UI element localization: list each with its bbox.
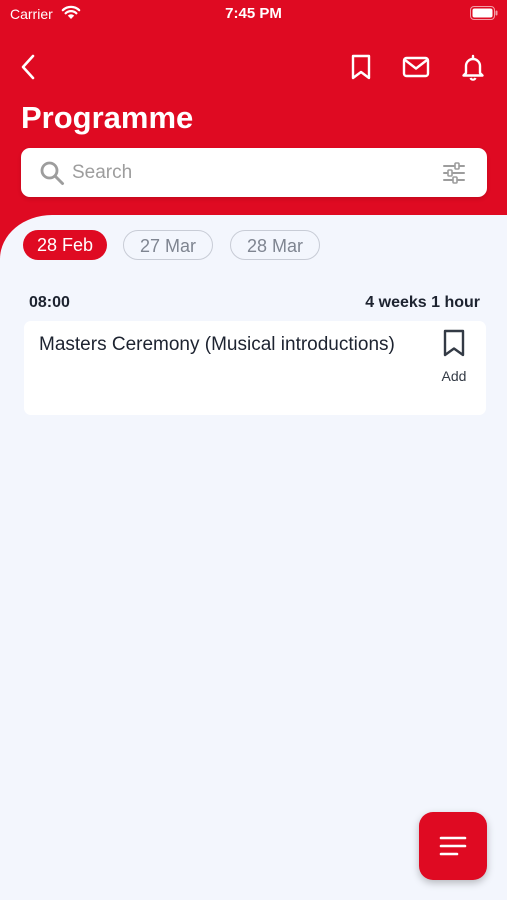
status-bar: Carrier 7:45 PM (0, 0, 507, 28)
bell-icon[interactable] (458, 52, 488, 82)
menu-fab-button[interactable] (419, 812, 487, 880)
status-time: 7:45 PM (225, 5, 282, 22)
search-bar[interactable] (21, 148, 487, 197)
battery-icon (470, 6, 498, 20)
menu-lines-icon (439, 836, 467, 856)
date-tab-28-feb[interactable]: 28 Feb (23, 230, 107, 260)
add-bookmark-label[interactable]: Add (434, 368, 474, 384)
date-tab-27-mar[interactable]: 27 Mar (123, 230, 213, 260)
mail-icon[interactable] (401, 52, 431, 82)
back-chevron-icon[interactable] (14, 52, 44, 82)
event-title: Masters Ceremony (Musical introductions) (39, 334, 395, 355)
bookmark-icon[interactable] (346, 52, 376, 82)
content-sheet (0, 215, 507, 900)
date-tab-28-mar[interactable]: 28 Mar (230, 230, 320, 260)
page-title: Programme (21, 100, 194, 135)
search-icon (40, 161, 64, 185)
search-input[interactable] (72, 157, 432, 188)
slot-start-time: 08:00 (29, 294, 70, 311)
event-card[interactable]: Masters Ceremony (Musical introductions)… (24, 321, 486, 415)
add-bookmark-icon[interactable] (441, 328, 467, 358)
slot-duration: 4 weeks 1 hour (365, 294, 480, 311)
filter-sliders-icon[interactable] (442, 161, 466, 185)
